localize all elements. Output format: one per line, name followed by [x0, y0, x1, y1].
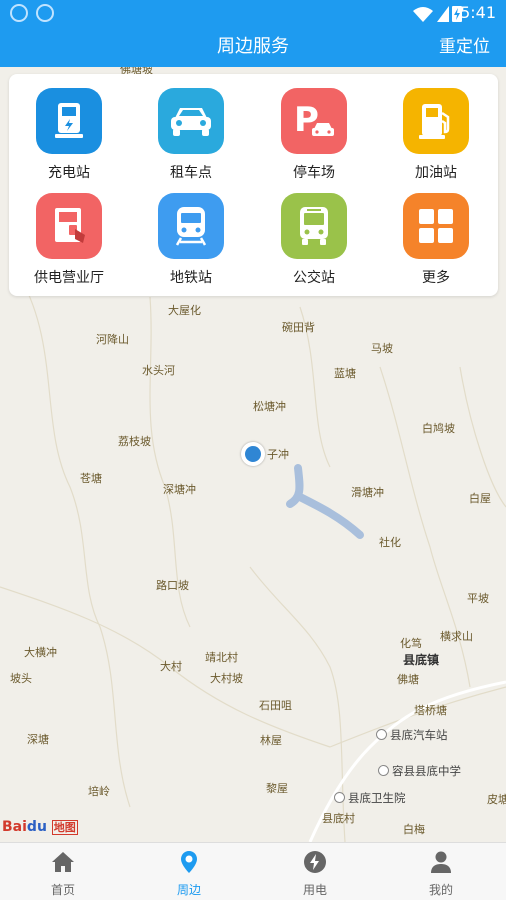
service-charging-station[interactable]: 充电站 — [14, 74, 124, 181]
map-place: 荔枝坡 — [118, 435, 151, 448]
relocate-button[interactable]: 重定位 — [439, 32, 490, 57]
car-rental-icon — [158, 88, 224, 154]
map-place: 靖北村 — [205, 651, 238, 664]
nav-label: 用电 — [302, 883, 327, 897]
nav-electricity[interactable]: 用电 — [252, 843, 378, 900]
service-power-office[interactable]: 供电营业厅 — [14, 179, 124, 286]
map-place: 河降山 — [96, 333, 129, 346]
nav-home[interactable]: 首页 — [0, 843, 126, 900]
service-gas-station[interactable]: 加油站 — [381, 74, 491, 181]
map-place: 子冲 — [267, 448, 289, 461]
map-place: 碗田背 — [282, 321, 315, 334]
map-poi-bus-station[interactable]: 县底汽车站 — [376, 727, 448, 743]
service-parking[interactable]: P 停车场 — [259, 74, 369, 181]
map-place: 大屋化 — [168, 304, 201, 317]
bus-icon — [281, 193, 347, 259]
map-place: 大村 — [160, 660, 182, 673]
map-place: 深塘 — [27, 733, 49, 746]
location-pin-icon — [181, 851, 197, 873]
nav-label: 我的 — [428, 883, 453, 897]
map-place: 皮塘 — [487, 793, 506, 806]
map-place: 路口坡 — [156, 579, 189, 592]
nav-profile[interactable]: 我的 — [378, 843, 504, 900]
power-office-icon — [36, 193, 102, 259]
map-place: 大村坡 — [210, 672, 243, 685]
charging-station-icon — [36, 88, 102, 154]
current-location-marker — [241, 442, 265, 466]
map-place: 白鸠坡 — [422, 422, 455, 435]
map-place: 培岭 — [88, 785, 110, 798]
notification-icon — [10, 4, 28, 22]
service-bus-stop[interactable]: 公交站 — [259, 179, 369, 286]
service-subway[interactable]: 地铁站 — [136, 179, 246, 286]
services-card: 充电站 租车点 P 停车场 加油站 供电营业厅 地铁站 公交站 更多 — [9, 74, 498, 296]
map-place: 石田咀 — [259, 699, 292, 712]
parking-icon: P — [281, 88, 347, 154]
gas-station-icon — [403, 88, 469, 154]
service-more[interactable]: 更多 — [381, 179, 491, 286]
map-place: 深塘冲 — [163, 483, 196, 496]
more-grid-icon — [403, 193, 469, 259]
map-place: 松塘冲 — [253, 400, 286, 413]
map-place: 塔桥塘 — [414, 704, 447, 717]
map-place: 社化 — [379, 536, 401, 549]
map-place: 黎屋 — [266, 782, 288, 795]
map-poi-hospital[interactable]: 县底卫生院 — [334, 790, 406, 806]
map-place: 坡头 — [10, 672, 32, 685]
map-place: 县底村 — [322, 812, 355, 825]
map-place: 白屋 — [469, 492, 491, 505]
map-place: 大横冲 — [24, 646, 57, 659]
baidu-map-logo: Baidu 地图 — [2, 819, 78, 835]
wifi-icon — [413, 7, 433, 22]
subway-icon — [158, 193, 224, 259]
map-place: 滑塘冲 — [351, 486, 384, 499]
home-icon — [52, 852, 74, 872]
map-place: 平坡 — [467, 592, 489, 605]
map-place: 水头河 — [142, 364, 175, 377]
page-title: 周边服务 — [217, 36, 289, 57]
map-place: 横求山 — [440, 630, 473, 643]
map-place: 县底镇 — [403, 653, 440, 667]
service-label: 地铁站 — [170, 270, 212, 286]
service-label: 供电营业厅 — [34, 270, 104, 286]
map-place: 白梅 — [403, 823, 425, 836]
user-icon — [431, 851, 451, 873]
nav-nearby[interactable]: 周边 — [126, 843, 252, 900]
lightning-icon — [304, 851, 326, 873]
status-bar: 5:41 — [0, 0, 506, 26]
nav-label: 首页 — [50, 883, 75, 897]
map-place: 化笃 — [400, 637, 422, 650]
map-place: 佛塘 — [397, 673, 419, 686]
notification-icon — [36, 4, 54, 22]
map-place: 苍塘 — [80, 472, 102, 485]
map-place: 马坡 — [371, 342, 393, 355]
map-poi-school[interactable]: 容县县底中学 — [378, 763, 461, 779]
signal-icon — [437, 6, 449, 22]
river — [286, 464, 364, 539]
map-place: 蓝塘 — [334, 367, 356, 380]
service-car-rental[interactable]: 租车点 — [136, 74, 246, 181]
service-label: 更多 — [422, 270, 450, 286]
service-label: 公交站 — [293, 270, 335, 286]
nav-label: 周边 — [176, 883, 201, 897]
map-place: 林屋 — [260, 734, 282, 747]
status-time: 5:41 — [460, 3, 496, 22]
app-header: 5:41 周边服务 重定位 — [0, 0, 506, 67]
bottom-nav: 首页 周边 用电 我的 — [0, 842, 506, 900]
